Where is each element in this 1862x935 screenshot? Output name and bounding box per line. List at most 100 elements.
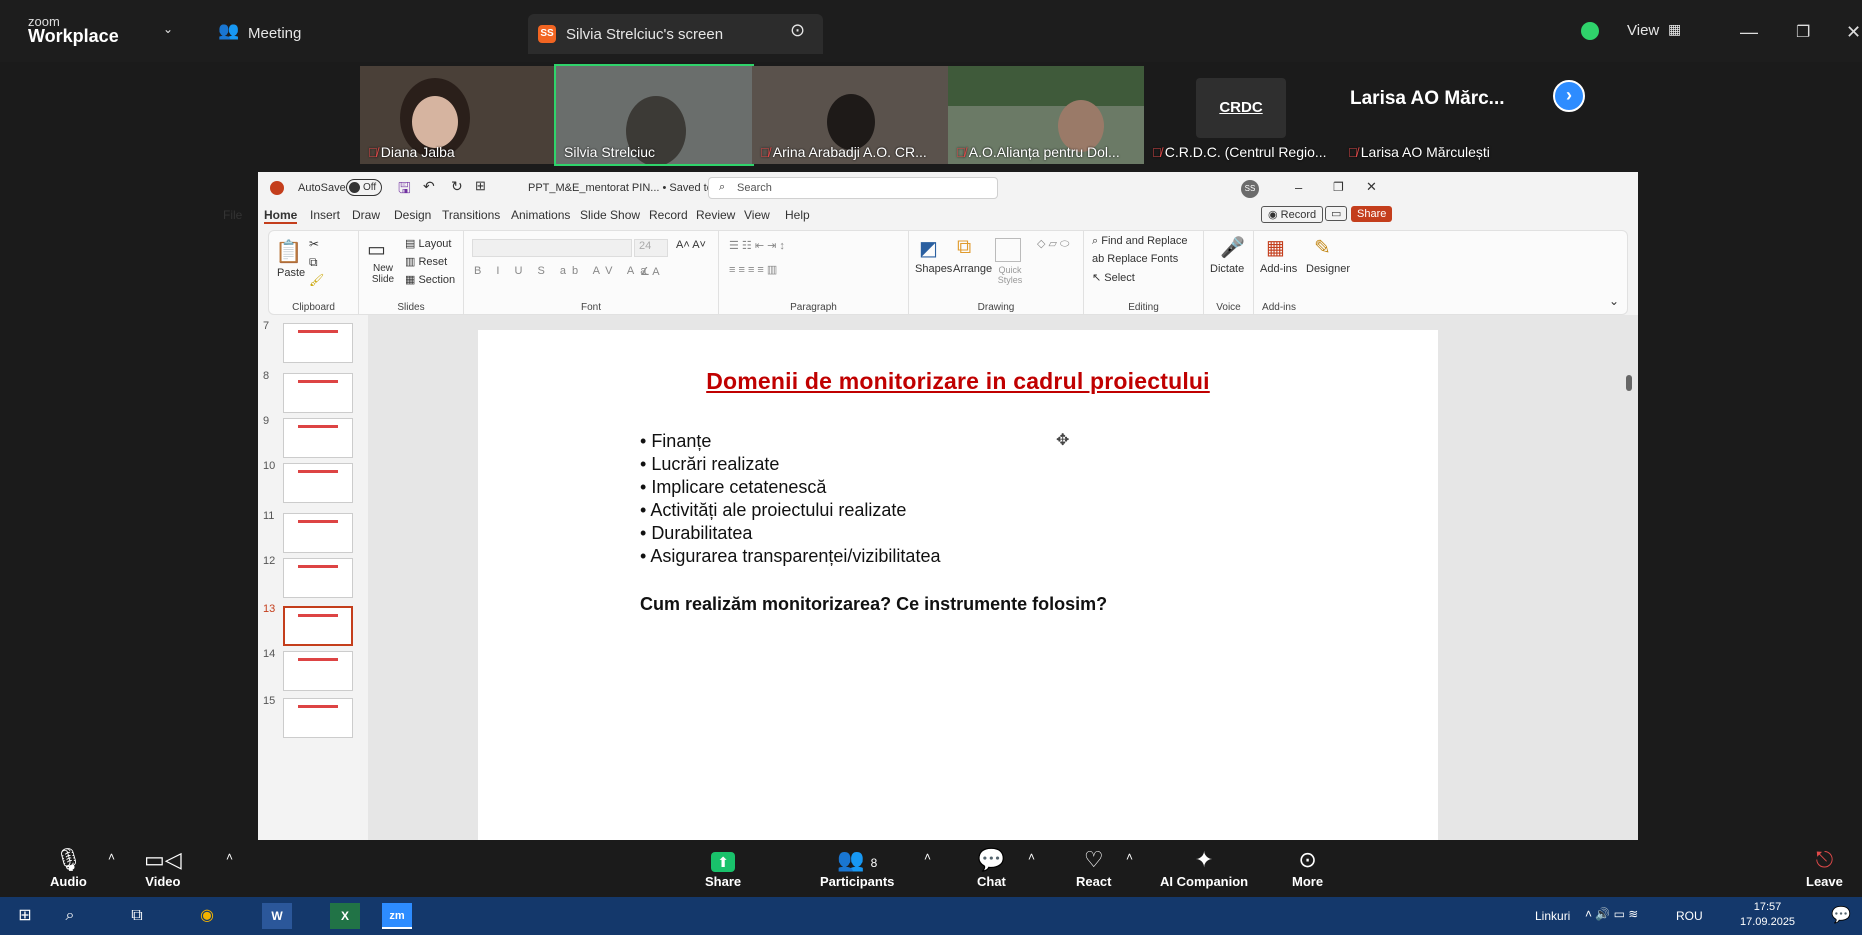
collapse-ribbon-icon[interactable]: ⌄ [1609,294,1619,308]
slide-thumbnail[interactable] [283,698,353,738]
format-painter-icon[interactable]: 🖌 [309,273,324,287]
windows-start-icon[interactable]: ⊞ [10,903,40,929]
tab-help[interactable]: Help [785,208,810,222]
tray-icons[interactable]: ˄ 🔊 ▭ ≋ [1585,907,1638,921]
language-indicator[interactable]: ROU [1676,909,1703,923]
font-format-icons[interactable]: B I U S ab AV Aa [474,265,652,277]
paste-icon[interactable]: 📋 [275,239,302,265]
align-icons[interactable]: ≡ ≡ ≡ ≡ ▥ [729,263,777,276]
ppt-minimize-icon[interactable]: – [1295,180,1302,195]
clock[interactable]: 17:57 17.09.2025 [1740,900,1795,930]
restore-icon[interactable]: ❐ [1796,22,1810,42]
tab-design[interactable]: Design [394,208,431,222]
user-avatar[interactable]: SS [1241,180,1259,198]
tab-transitions[interactable]: Transitions [442,208,500,222]
record-button[interactable]: ◉ Record [1261,206,1324,223]
react-button[interactable]: ♡ React [1076,846,1111,889]
find-replace-button[interactable]: ⌕ Find and Replace [1092,235,1187,248]
video-tile[interactable]: 🎙̸ Diana Jalba [360,66,556,164]
list-icons[interactable]: ☰ ☷ ⇤ ⇥ ↕ [729,239,785,252]
tab-file[interactable]: File [223,208,242,222]
bullet-list[interactable]: Finanțe Lucrări realizate Implicare ceta… [640,430,940,568]
present-icon[interactable]: ⊞ [475,178,486,194]
slide-thumbnail[interactable] [283,373,353,413]
undo-icon[interactable]: ↶ [423,178,435,195]
more-button[interactable]: ⊙ More [1292,846,1323,889]
tab-view[interactable]: View [744,208,770,222]
addins-icon[interactable]: ▦ [1266,235,1285,260]
participants-button[interactable]: 👥 8 Participants [820,846,894,889]
tab-home[interactable]: Home [264,208,298,224]
grow-font-icon[interactable]: A˄ A˅ [676,239,706,251]
slide-question[interactable]: Cum realizăm monitorizarea? Ce instrumen… [640,594,1107,615]
share-screen-button[interactable]: ⬆ Share [705,846,741,889]
quick-styles-icon[interactable] [995,238,1021,262]
meeting-label[interactable]: Meeting [248,25,301,42]
tab-review[interactable]: Review [696,208,735,222]
excel-icon[interactable]: X [330,903,360,929]
save-icon[interactable]: 🖫 [398,178,411,203]
comments-icon[interactable]: ▭ [1325,206,1348,221]
cut-icon[interactable]: ✂ [309,237,319,251]
audio-options-chevron-icon[interactable]: ˄ [108,850,115,864]
screen-share-tab[interactable]: SS Silvia Strelciuc's screen [528,14,823,54]
font-size-select[interactable]: 24 [634,239,668,257]
ai-companion-button[interactable]: ✦ AI Companion [1160,846,1248,889]
tab-record[interactable]: Record [649,208,688,222]
slide-canvas[interactable]: Domenii de monitorizare in cadrul proiec… [478,330,1438,850]
slide-thumbnail[interactable] [283,418,353,458]
slide-thumbnail[interactable] [283,651,353,691]
chat-chevron-icon[interactable]: ˄ [1028,850,1035,864]
leave-button[interactable]: ⎋ Leave [1806,846,1843,889]
next-page-arrow-icon[interactable]: › [1553,80,1585,112]
video-tile[interactable]: 🎙̸ Arina Arabadji A.O. CR... [752,66,948,164]
links-toolbar[interactable]: Linkuri [1535,909,1570,923]
minimize-icon[interactable]: — [1740,22,1758,43]
view-grid-icon[interactable]: ▦ [1668,21,1681,38]
chrome-icon[interactable]: ◉ [192,903,222,929]
paste-button[interactable]: Paste [277,267,305,279]
autosave-toggle[interactable]: Off [346,179,382,196]
tab-animations[interactable]: Animations [511,208,570,222]
search-icon[interactable]: ⌕ [55,903,85,929]
arrange-icon[interactable]: ⧉ [957,236,971,259]
font-color-icon[interactable]: ∠ A [640,265,660,278]
slide-thumbnail[interactable] [283,606,353,646]
shapes-icon[interactable]: ◩ [919,236,938,261]
search-box[interactable]: ⌕ Search [708,177,998,199]
word-icon[interactable]: W [262,903,292,929]
designer-button[interactable]: Designer [1306,263,1350,275]
new-slide-icon[interactable]: ▭ [367,237,386,262]
slide-thumbnail[interactable] [283,323,353,363]
react-chevron-icon[interactable]: ˄ [1126,850,1133,864]
chevron-down-icon[interactable]: ⌄ [163,22,173,36]
vertical-scrollbar-thumb[interactable] [1626,375,1632,391]
video-tile[interactable]: Larisa AO Mărc... 🎙̸ Larisa AO Mărculești [1340,66,1536,164]
microphone-icon[interactable]: 🎤 [1220,235,1245,260]
tab-insert[interactable]: Insert [310,208,340,222]
more-options-icon[interactable]: ⊙ [790,20,805,41]
slide-thumbnail[interactable] [283,513,353,553]
shapes-button[interactable]: Shapes [915,263,952,275]
notifications-icon[interactable]: 💬 [1826,903,1856,929]
view-button[interactable]: View [1627,22,1659,39]
redo-icon[interactable]: ↻ [451,178,463,195]
font-family-select[interactable] [472,239,632,257]
participants-chevron-icon[interactable]: ˄ [924,850,931,864]
video-options-chevron-icon[interactable]: ˄ [226,850,233,864]
slide-title[interactable]: Domenii de monitorizare in cadrul proiec… [478,368,1438,395]
reset-button[interactable]: ▥ Reset [405,255,447,268]
arrange-button[interactable]: Arrange [953,263,992,275]
video-button[interactable]: ▭◁ Video [144,846,182,889]
section-button[interactable]: ▦ Section [405,273,455,286]
fill-icon[interactable]: ◇ ▱ ⬭ [1037,237,1069,251]
task-view-icon[interactable]: ⧉ [122,903,152,929]
video-tile[interactable]: CRDC 🎙̸ C.R.D.C. (Centrul Regio... [1144,66,1340,164]
audio-button[interactable]: 🎙 Audio [50,846,87,889]
layout-button[interactable]: ▤ Layout [405,237,451,250]
tab-slide-show[interactable]: Slide Show [580,208,640,222]
tab-draw[interactable]: Draw [352,208,380,222]
dictate-button[interactable]: Dictate [1210,263,1244,275]
slide-thumbnail[interactable] [283,463,353,503]
video-tile[interactable]: 🎙̸ A.O.Alianța pentru Dol... [948,66,1144,164]
